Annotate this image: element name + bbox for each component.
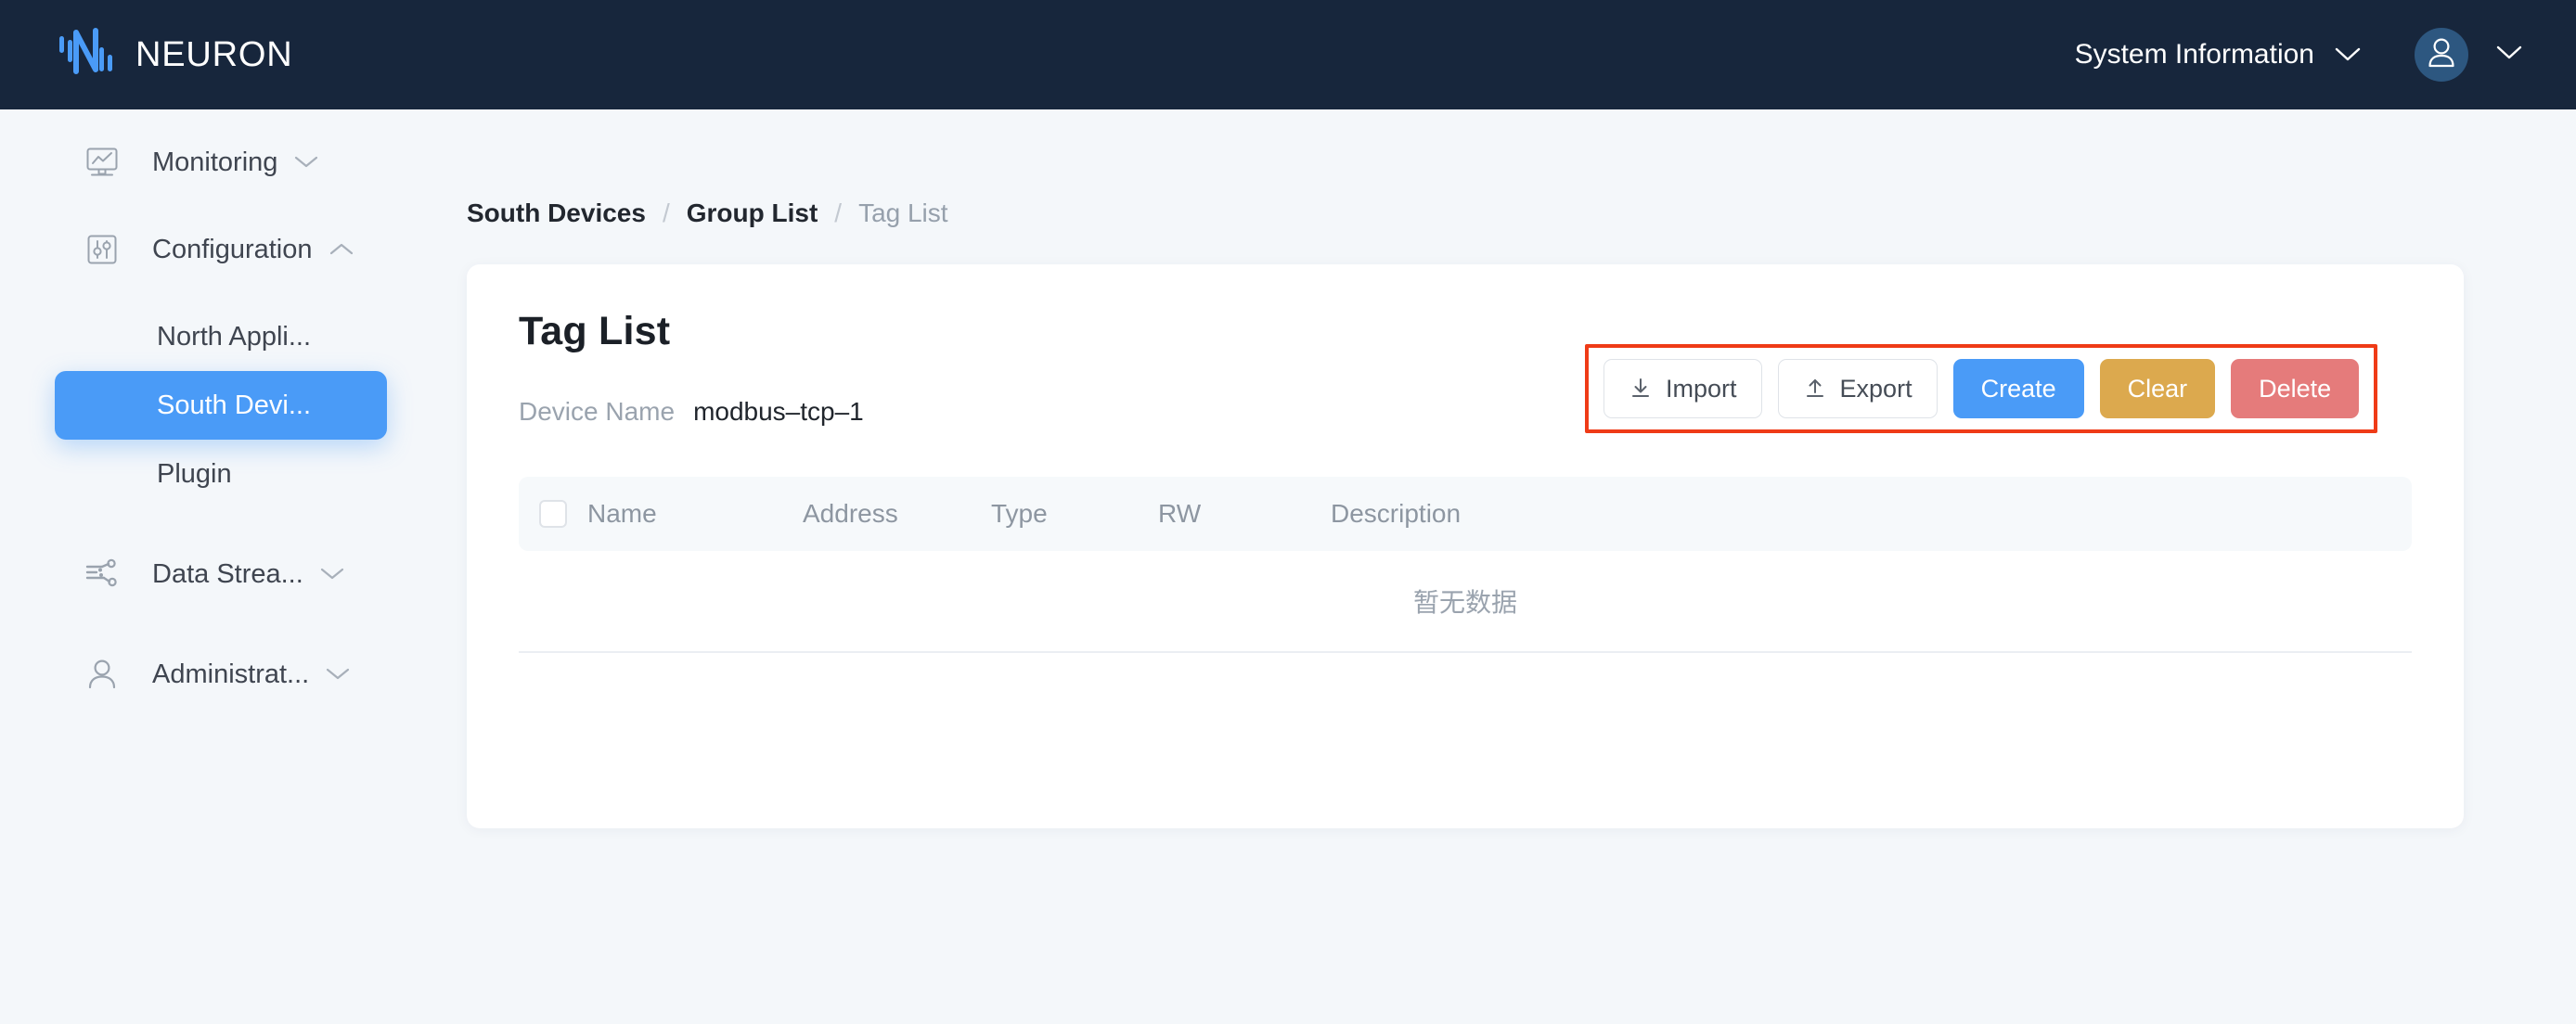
app-header: NEURON System Information	[0, 0, 2576, 109]
import-button-label: Import	[1666, 374, 1737, 403]
delete-button-label: Delete	[2259, 374, 2332, 403]
chevron-down-icon[interactable]	[326, 667, 350, 682]
data-stream-icon	[82, 554, 122, 595]
chevron-down-icon	[2335, 46, 2361, 63]
main-content: South Devices / Group List / Tag List Ta…	[467, 109, 2576, 1024]
toolbar-highlight-annotation: Import Export Create Clear Delete	[1585, 344, 2378, 433]
sidebar-item-label: Administrat...	[152, 659, 310, 689]
brand-name: NEURON	[135, 34, 293, 74]
sidebar-subitem-label: Plugin	[157, 458, 232, 489]
device-name-label: Device Name	[519, 397, 676, 426]
header-right: System Information	[2075, 28, 2522, 82]
avatar[interactable]	[2415, 28, 2468, 82]
chevron-down-icon[interactable]	[294, 155, 318, 170]
page-title: Tag List	[519, 309, 671, 353]
table-header-row: Name Address Type RW Description	[519, 477, 2412, 551]
create-button-label: Create	[1980, 374, 2056, 403]
clear-button-label: Clear	[2127, 374, 2188, 403]
column-header-description: Description	[1331, 499, 1462, 528]
breadcrumb-item-group-list[interactable]: Group List	[687, 198, 818, 228]
user-avatar-icon	[2426, 36, 2457, 74]
chevron-down-icon	[2496, 45, 2522, 66]
chevron-up-icon[interactable]	[329, 242, 354, 257]
neuron-logo-icon	[58, 27, 115, 83]
device-name-value: modbus–tcp–1	[693, 397, 864, 426]
tag-actions-toolbar: Import Export Create Clear Delete	[1604, 359, 2360, 418]
upload-icon	[1803, 377, 1827, 401]
import-button[interactable]: Import	[1604, 359, 1762, 418]
select-all-checkbox[interactable]	[539, 500, 567, 528]
sidebar: Monitoring Configuration North Appli... …	[0, 109, 467, 1024]
column-header-rw: RW	[1158, 499, 1202, 528]
sidebar-item-administration[interactable]: Administrat...	[0, 640, 467, 709]
sidebar-subitem-label: North Appli...	[157, 321, 312, 352]
breadcrumb: South Devices / Group List / Tag List	[467, 198, 948, 228]
monitor-chart-icon	[82, 142, 122, 183]
delete-button[interactable]: Delete	[2231, 359, 2360, 418]
sidebar-item-configuration[interactable]: Configuration	[0, 215, 467, 284]
device-name-row: Device Name modbus–tcp–1	[519, 397, 864, 427]
create-button[interactable]: Create	[1952, 359, 2084, 418]
clear-button[interactable]: Clear	[2099, 359, 2216, 418]
column-header-address: Address	[803, 499, 898, 528]
empty-state-text: 暂无数据	[1412, 588, 1517, 617]
user-menu[interactable]	[2415, 28, 2522, 82]
tag-list-card: Tag List Device Name modbus–tcp–1 Import	[467, 264, 2464, 828]
chevron-down-icon[interactable]	[320, 567, 344, 582]
sidebar-item-data-stream[interactable]: Data Strea...	[0, 540, 467, 608]
breadcrumb-item-south-devices[interactable]: South Devices	[467, 198, 646, 228]
sidebar-subitem-label: South Devi...	[157, 390, 312, 420]
sliders-icon	[82, 229, 122, 270]
sidebar-item-monitoring[interactable]: Monitoring	[0, 128, 467, 197]
sidebar-item-plugin[interactable]: Plugin	[0, 440, 467, 508]
tag-table: Name Address Type RW Description 暂无数据	[519, 477, 2412, 653]
column-header-name: Name	[587, 499, 657, 528]
breadcrumb-separator: /	[834, 198, 843, 227]
sidebar-item-label: Configuration	[152, 234, 313, 264]
system-information-label: System Information	[2074, 39, 2314, 70]
export-button[interactable]: Export	[1777, 359, 1938, 418]
system-information-menu[interactable]: System Information	[2075, 39, 2361, 70]
sidebar-item-label: Monitoring	[152, 147, 278, 177]
sidebar-item-north-applications[interactable]: North Appli...	[0, 302, 467, 371]
download-icon	[1629, 377, 1653, 401]
user-icon	[82, 654, 122, 695]
breadcrumb-item-tag-list: Tag List	[858, 198, 948, 227]
column-header-type: Type	[991, 499, 1048, 528]
sidebar-item-south-devices[interactable]: South Devi...	[55, 371, 387, 440]
table-body-empty: 暂无数据	[519, 551, 2412, 653]
export-button-label: Export	[1839, 374, 1913, 403]
breadcrumb-separator: /	[662, 198, 670, 227]
sidebar-item-label: Data Strea...	[152, 558, 303, 589]
brand[interactable]: NEURON	[58, 27, 292, 83]
